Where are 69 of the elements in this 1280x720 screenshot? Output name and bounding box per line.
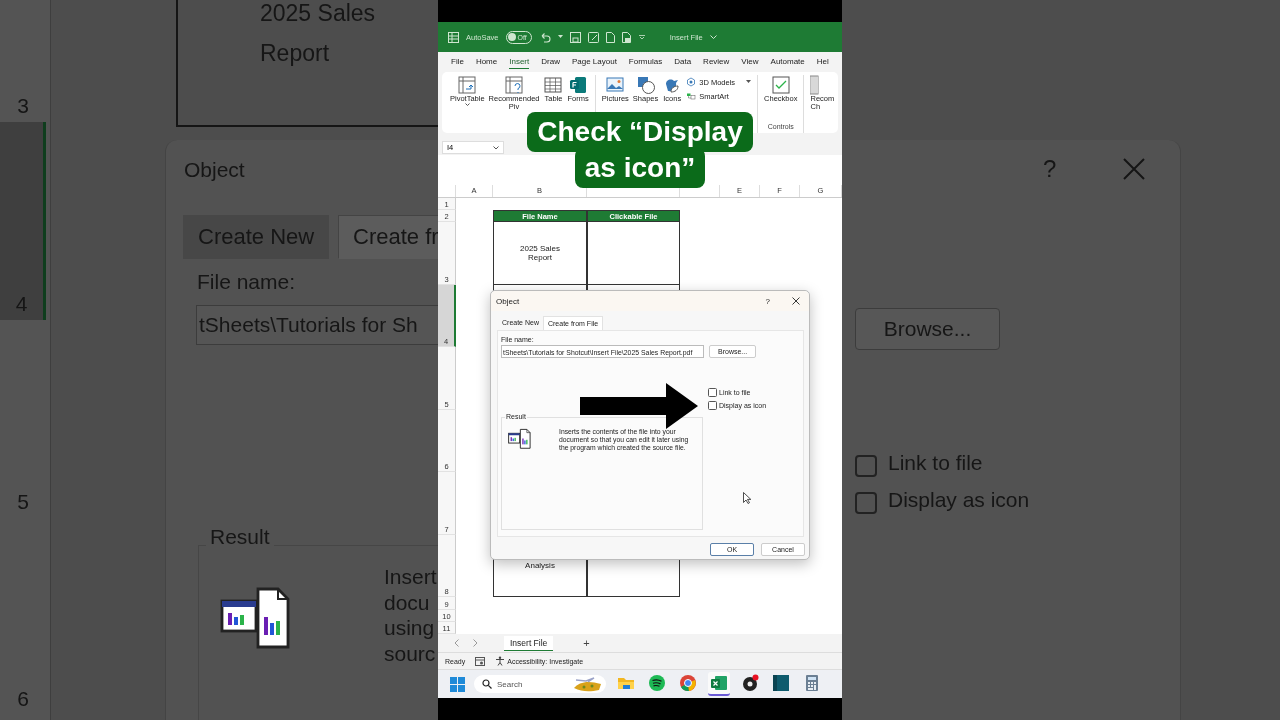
recorder-app-icon[interactable]	[741, 674, 759, 692]
field-label: File name:	[197, 270, 296, 294]
row-number: 5	[16, 489, 30, 515]
macro-recorder-icon[interactable]	[475, 656, 486, 666]
mouse-pointer-icon	[743, 492, 751, 504]
checkbox[interactable]	[708, 388, 717, 397]
chevron-down-icon	[493, 145, 499, 150]
smartart-icon	[686, 91, 697, 101]
search-field[interactable]: Search	[474, 675, 606, 693]
menu-tab[interactable]: View	[741, 55, 759, 69]
dialog-title: Object	[184, 158, 245, 182]
search-highlight-icon	[572, 676, 602, 692]
menu-tab[interactable]: Automate	[770, 55, 805, 69]
more-icon[interactable]	[638, 35, 645, 39]
menu-tab[interactable]: Data	[674, 55, 692, 69]
menu-tab[interactable]: Review	[703, 55, 730, 69]
menu-tab[interactable]: Formulas	[628, 55, 663, 69]
search-input[interactable]: Search	[497, 679, 567, 689]
print-preview-icon[interactable]	[621, 31, 632, 43]
next-sheet-icon[interactable]	[473, 639, 478, 647]
menu-tab[interactable]: Draw	[541, 55, 560, 69]
app-icon[interactable]	[772, 674, 790, 692]
description-text: Insert	[384, 565, 437, 589]
close-icon[interactable]	[792, 297, 800, 305]
browser-icon[interactable]	[679, 674, 697, 692]
picture-icon	[605, 75, 626, 95]
menu-tab[interactable]: Hel	[816, 55, 829, 69]
chart-icon	[810, 75, 820, 95]
caret-icon	[746, 80, 752, 84]
save-icon[interactable]	[569, 31, 581, 43]
document-icon[interactable]	[605, 31, 615, 43]
row-number: 3	[16, 93, 30, 119]
checkbox-icon	[770, 75, 791, 95]
shapes-icon	[635, 75, 656, 95]
table-icon	[543, 75, 564, 95]
cell-text: Report	[260, 40, 330, 67]
cell-text: 2025 Sales	[260, 0, 376, 27]
menu-tab[interactable]: Page Layout	[571, 55, 617, 69]
table-cell: 2025 Sales Report	[493, 222, 587, 285]
search-icon	[482, 679, 492, 689]
description-text: using	[384, 616, 435, 640]
windows-start-icon[interactable]	[450, 676, 465, 692]
previous-sheet-icon[interactable]	[454, 639, 459, 647]
description-text: docu	[384, 590, 430, 615]
description-text: sourc	[384, 641, 436, 666]
checkbox[interactable]	[855, 492, 877, 514]
add-sheet-button[interactable]: +	[583, 637, 590, 649]
row-number: 6	[16, 686, 30, 712]
pivot-table-icon	[457, 75, 478, 95]
help-button[interactable]: ?	[765, 296, 770, 306]
caret-icon	[464, 103, 470, 107]
menu-tab[interactable]: Insert	[509, 55, 530, 69]
documents-icon	[508, 428, 534, 449]
checkbox[interactable]	[855, 455, 877, 477]
calculator-icon[interactable]	[803, 674, 821, 692]
sheet-tab[interactable]: Insert File	[504, 635, 554, 651]
menu-tab[interactable]: File	[451, 55, 464, 69]
spreadsheet-icon	[448, 31, 459, 43]
caret-icon[interactable]	[557, 35, 563, 39]
chevron-down-icon[interactable]	[709, 34, 717, 40]
pen-document-icon[interactable]	[587, 31, 599, 43]
menu-tab[interactable]: Home	[475, 55, 498, 69]
spreadsheet-app-icon[interactable]	[710, 674, 728, 692]
checkbox[interactable]	[708, 401, 717, 410]
accessibility-icon	[495, 656, 506, 666]
recommended-table-icon	[504, 75, 525, 95]
forms-app-icon	[568, 75, 589, 95]
dialog-title: Object	[496, 296, 521, 306]
music-app-icon[interactable]	[648, 674, 666, 692]
